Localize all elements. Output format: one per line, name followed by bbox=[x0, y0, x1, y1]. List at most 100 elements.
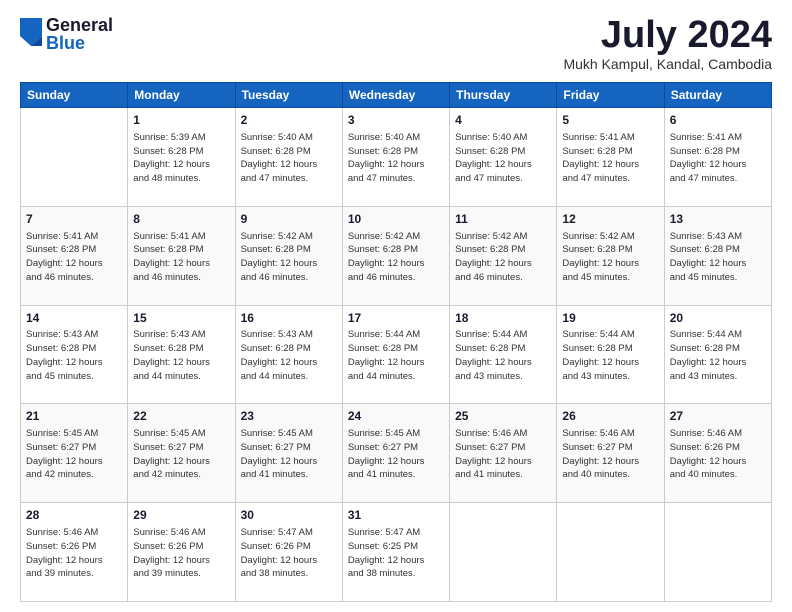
calendar-row: 7 Sunrise: 5:41 AMSunset: 6:28 PMDaylight… bbox=[21, 206, 772, 305]
weekday-header: Wednesday bbox=[342, 83, 449, 108]
cell-text: Sunrise: 5:40 AMSunset: 6:28 PMDaylight:… bbox=[455, 131, 551, 186]
weekday-header: Sunday bbox=[21, 83, 128, 108]
cell-text: Sunrise: 5:47 AMSunset: 6:26 PMDaylight:… bbox=[241, 526, 337, 581]
calendar-cell: 18Sunrise: 5:44 AMSunset: 6:28 PMDayligh… bbox=[450, 305, 557, 404]
cell-text: Sunrise: 5:42 AMSunset: 6:28 PMDaylight:… bbox=[241, 230, 337, 285]
cell-text: Sunrise: 5:44 AMSunset: 6:28 PMDaylight:… bbox=[348, 328, 444, 383]
calendar-cell: 27 Sunrise: 5:46 AMSunset: 6:26 PMDayligh… bbox=[664, 404, 771, 503]
calendar-cell bbox=[450, 503, 557, 602]
weekday-header: Friday bbox=[557, 83, 664, 108]
calendar-cell: 6 Sunrise: 5:41 AMSunset: 6:28 PMDaylight… bbox=[664, 108, 771, 207]
calendar-cell: 17Sunrise: 5:44 AMSunset: 6:28 PMDayligh… bbox=[342, 305, 449, 404]
day-number: 8 bbox=[133, 211, 229, 228]
calendar-row: 14Sunrise: 5:43 AMSunset: 6:28 PMDayligh… bbox=[21, 305, 772, 404]
day-number: 17 bbox=[348, 310, 444, 327]
calendar-cell: 31Sunrise: 5:47 AMSunset: 6:25 PMDayligh… bbox=[342, 503, 449, 602]
day-number: 4 bbox=[455, 112, 551, 129]
title-block: July 2024 Mukh Kampul, Kandal, Cambodia bbox=[563, 16, 772, 72]
day-number: 29 bbox=[133, 507, 229, 524]
cell-text: Sunrise: 5:41 AMSunset: 6:28 PMDaylight:… bbox=[562, 131, 658, 186]
calendar-cell bbox=[664, 503, 771, 602]
logo-icon bbox=[20, 18, 42, 46]
day-number: 25 bbox=[455, 408, 551, 425]
day-number: 26 bbox=[562, 408, 658, 425]
day-number: 19 bbox=[562, 310, 658, 327]
day-number: 2 bbox=[241, 112, 337, 129]
cell-text: Sunrise: 5:46 AMSunset: 6:27 PMDaylight:… bbox=[562, 427, 658, 482]
cell-text: Sunrise: 5:45 AMSunset: 6:27 PMDaylight:… bbox=[241, 427, 337, 482]
cell-text: Sunrise: 5:44 AMSunset: 6:28 PMDaylight:… bbox=[670, 328, 766, 383]
calendar-cell: 3 Sunrise: 5:40 AMSunset: 6:28 PMDaylight… bbox=[342, 108, 449, 207]
calendar-cell: 4 Sunrise: 5:40 AMSunset: 6:28 PMDaylight… bbox=[450, 108, 557, 207]
calendar-cell: 13 Sunrise: 5:43 AMSunset: 6:28 PMDayligh… bbox=[664, 206, 771, 305]
calendar-cell: 10 Sunrise: 5:42 AMSunset: 6:28 PMDayligh… bbox=[342, 206, 449, 305]
location: Mukh Kampul, Kandal, Cambodia bbox=[563, 56, 772, 72]
day-number: 22 bbox=[133, 408, 229, 425]
calendar-cell: 19Sunrise: 5:44 AMSunset: 6:28 PMDayligh… bbox=[557, 305, 664, 404]
calendar-cell: 20Sunrise: 5:44 AMSunset: 6:28 PMDayligh… bbox=[664, 305, 771, 404]
month-title: July 2024 bbox=[563, 16, 772, 54]
day-number: 16 bbox=[241, 310, 337, 327]
cell-text: Sunrise: 5:43 AMSunset: 6:28 PMDaylight:… bbox=[670, 230, 766, 285]
cell-text: Sunrise: 5:42 AMSunset: 6:28 PMDaylight:… bbox=[562, 230, 658, 285]
calendar-cell: 23Sunrise: 5:45 AMSunset: 6:27 PMDayligh… bbox=[235, 404, 342, 503]
weekday-header: Tuesday bbox=[235, 83, 342, 108]
cell-text: Sunrise: 5:43 AMSunset: 6:28 PMDaylight:… bbox=[241, 328, 337, 383]
cell-text: Sunrise: 5:42 AMSunset: 6:28 PMDaylight:… bbox=[348, 230, 444, 285]
day-number: 3 bbox=[348, 112, 444, 129]
calendar-cell: 5 Sunrise: 5:41 AMSunset: 6:28 PMDaylight… bbox=[557, 108, 664, 207]
cell-text: Sunrise: 5:43 AMSunset: 6:28 PMDaylight:… bbox=[133, 328, 229, 383]
cell-text: Sunrise: 5:43 AMSunset: 6:28 PMDaylight:… bbox=[26, 328, 122, 383]
cell-text: Sunrise: 5:39 AMSunset: 6:28 PMDaylight:… bbox=[133, 131, 229, 186]
logo-text: General Blue bbox=[46, 16, 113, 52]
calendar-cell: 14Sunrise: 5:43 AMSunset: 6:28 PMDayligh… bbox=[21, 305, 128, 404]
calendar-table: SundayMondayTuesdayWednesdayThursdayFrid… bbox=[20, 82, 772, 602]
cell-text: Sunrise: 5:42 AMSunset: 6:28 PMDaylight:… bbox=[455, 230, 551, 285]
cell-text: Sunrise: 5:41 AMSunset: 6:28 PMDaylight:… bbox=[26, 230, 122, 285]
cell-text: Sunrise: 5:45 AMSunset: 6:27 PMDaylight:… bbox=[26, 427, 122, 482]
calendar-cell: 29Sunrise: 5:46 AMSunset: 6:26 PMDayligh… bbox=[128, 503, 235, 602]
calendar-body: 1 Sunrise: 5:39 AMSunset: 6:28 PMDaylight… bbox=[21, 108, 772, 602]
cell-text: Sunrise: 5:40 AMSunset: 6:28 PMDaylight:… bbox=[241, 131, 337, 186]
day-number: 30 bbox=[241, 507, 337, 524]
calendar-cell: 9 Sunrise: 5:42 AMSunset: 6:28 PMDaylight… bbox=[235, 206, 342, 305]
calendar-row: 1 Sunrise: 5:39 AMSunset: 6:28 PMDaylight… bbox=[21, 108, 772, 207]
cell-text: Sunrise: 5:47 AMSunset: 6:25 PMDaylight:… bbox=[348, 526, 444, 581]
day-number: 13 bbox=[670, 211, 766, 228]
calendar-cell: 22 Sunrise: 5:45 AMSunset: 6:27 PMDayligh… bbox=[128, 404, 235, 503]
weekday-header: Saturday bbox=[664, 83, 771, 108]
day-number: 10 bbox=[348, 211, 444, 228]
cell-text: Sunrise: 5:46 AMSunset: 6:27 PMDaylight:… bbox=[455, 427, 551, 482]
cell-text: Sunrise: 5:41 AMSunset: 6:28 PMDaylight:… bbox=[670, 131, 766, 186]
logo-general: General bbox=[46, 16, 113, 34]
day-number: 12 bbox=[562, 211, 658, 228]
day-number: 7 bbox=[26, 211, 122, 228]
calendar-header: SundayMondayTuesdayWednesdayThursdayFrid… bbox=[21, 83, 772, 108]
logo-blue: Blue bbox=[46, 34, 113, 52]
calendar-cell: 30 Sunrise: 5:47 AMSunset: 6:26 PMDayligh… bbox=[235, 503, 342, 602]
weekday-header: Monday bbox=[128, 83, 235, 108]
day-number: 27 bbox=[670, 408, 766, 425]
day-number: 6 bbox=[670, 112, 766, 129]
calendar-cell: 24Sunrise: 5:45 AMSunset: 6:27 PMDayligh… bbox=[342, 404, 449, 503]
weekday-header: Thursday bbox=[450, 83, 557, 108]
cell-text: Sunrise: 5:46 AMSunset: 6:26 PMDaylight:… bbox=[670, 427, 766, 482]
cell-text: Sunrise: 5:40 AMSunset: 6:28 PMDaylight:… bbox=[348, 131, 444, 186]
calendar-cell: 15Sunrise: 5:43 AMSunset: 6:28 PMDayligh… bbox=[128, 305, 235, 404]
header: General Blue July 2024 Mukh Kampul, Kand… bbox=[20, 16, 772, 72]
cell-text: Sunrise: 5:46 AMSunset: 6:26 PMDaylight:… bbox=[26, 526, 122, 581]
logo: General Blue bbox=[20, 16, 113, 52]
day-number: 11 bbox=[455, 211, 551, 228]
day-number: 1 bbox=[133, 112, 229, 129]
calendar-cell: 11 Sunrise: 5:42 AMSunset: 6:28 PMDayligh… bbox=[450, 206, 557, 305]
cell-text: Sunrise: 5:41 AMSunset: 6:28 PMDaylight:… bbox=[133, 230, 229, 285]
day-number: 5 bbox=[562, 112, 658, 129]
page: General Blue July 2024 Mukh Kampul, Kand… bbox=[0, 0, 792, 612]
day-number: 9 bbox=[241, 211, 337, 228]
cell-text: Sunrise: 5:45 AMSunset: 6:27 PMDaylight:… bbox=[133, 427, 229, 482]
calendar-cell bbox=[21, 108, 128, 207]
day-number: 15 bbox=[133, 310, 229, 327]
day-number: 20 bbox=[670, 310, 766, 327]
day-number: 18 bbox=[455, 310, 551, 327]
calendar-cell: 2 Sunrise: 5:40 AMSunset: 6:28 PMDaylight… bbox=[235, 108, 342, 207]
